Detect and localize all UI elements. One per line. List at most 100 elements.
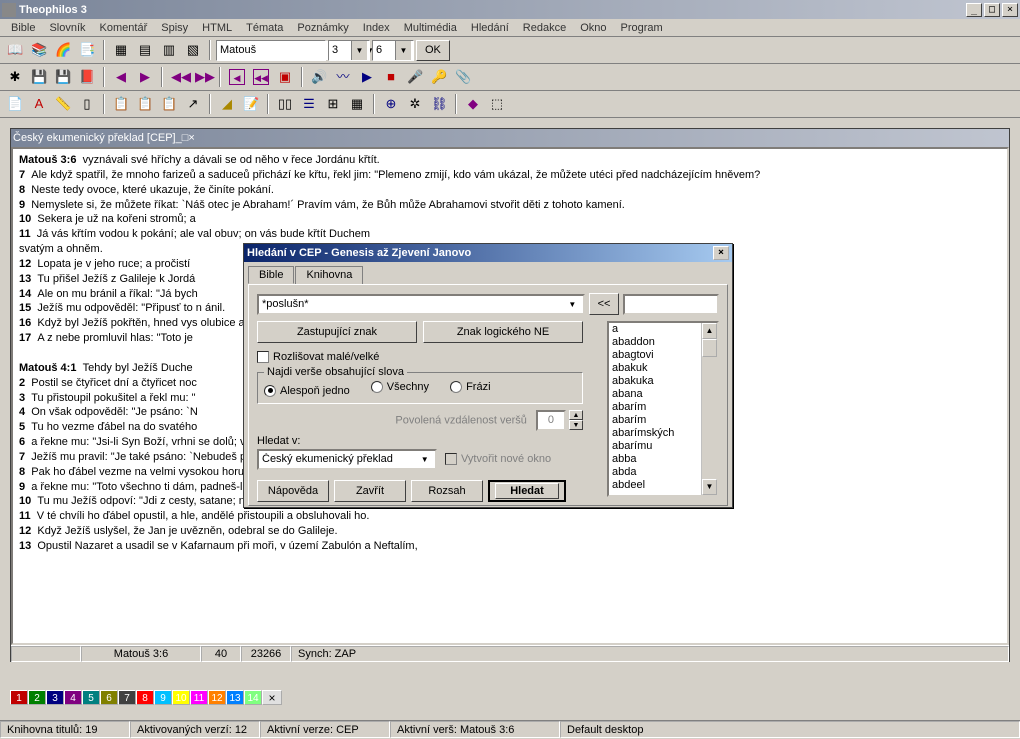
- save-icon[interactable]: 💾: [28, 66, 50, 88]
- menu-hledání[interactable]: Hledání: [464, 21, 516, 35]
- doc-icon[interactable]: 📄: [4, 93, 26, 115]
- menu-redakce[interactable]: Redakce: [516, 21, 573, 35]
- chapter-input[interactable]: [329, 41, 351, 60]
- verse-line[interactable]: 11 V té chvíli ho ďábel opustil, a hle, …: [19, 509, 1001, 524]
- grid2-icon[interactable]: ▤: [134, 39, 156, 61]
- skip-back-icon[interactable]: ◀: [226, 66, 248, 88]
- version-tab-9[interactable]: 9: [154, 690, 172, 705]
- skip-back2-icon[interactable]: ◀◀: [250, 66, 272, 88]
- tab-bible[interactable]: Bible: [248, 266, 294, 284]
- verse-line[interactable]: 11 Já vás křtím vodou k pokání; ale val …: [19, 227, 1001, 242]
- radio-icon[interactable]: [371, 381, 383, 393]
- char-icon[interactable]: A: [28, 93, 50, 115]
- chevron-down-icon[interactable]: ▼: [395, 41, 411, 60]
- book-icon[interactable]: 📖: [4, 39, 26, 61]
- range-button[interactable]: Rozsah: [411, 480, 483, 502]
- grid3-icon[interactable]: ▥: [158, 39, 180, 61]
- menu-okno[interactable]: Okno: [573, 21, 613, 35]
- secondary-input[interactable]: [623, 294, 719, 315]
- close-button[interactable]: Zavřít: [334, 480, 406, 502]
- spinner-up-icon[interactable]: ▲: [569, 410, 583, 420]
- search-query-input[interactable]: [262, 298, 565, 310]
- prev-verse-icon[interactable]: ◀: [110, 66, 132, 88]
- menu-index[interactable]: Index: [356, 21, 397, 35]
- chevron-down-icon[interactable]: ▼: [565, 300, 580, 309]
- saveall-icon[interactable]: 💾: [52, 66, 74, 88]
- new-icon[interactable]: ✱: [4, 66, 26, 88]
- menu-multimédia[interactable]: Multimédia: [397, 21, 464, 35]
- version-tab-14[interactable]: 14: [244, 690, 262, 705]
- menu-spisy[interactable]: Spisy: [154, 21, 195, 35]
- version-tab-2[interactable]: 2: [28, 690, 46, 705]
- play-icon[interactable]: ▶: [356, 66, 378, 88]
- version-tab-10[interactable]: 10: [172, 690, 190, 705]
- link-icon[interactable]: ⛓: [428, 93, 450, 115]
- key-icon[interactable]: 🔑: [428, 66, 450, 88]
- chevron-down-icon[interactable]: ▼: [417, 455, 432, 464]
- menu-komentář[interactable]: Komentář: [93, 21, 155, 35]
- menu-program[interactable]: Program: [614, 21, 670, 35]
- verse-line[interactable]: 8 Neste tedy ovoce, které ukazuje, že či…: [19, 183, 1001, 198]
- scroll-up-icon[interactable]: ▲: [702, 323, 717, 339]
- paste-icon[interactable]: 📋: [134, 93, 156, 115]
- version-tab-12[interactable]: 12: [208, 690, 226, 705]
- version-tab-more[interactable]: ×: [262, 690, 282, 705]
- export-icon[interactable]: ↗: [182, 93, 204, 115]
- ok-button[interactable]: OK: [416, 40, 450, 61]
- scrollbar[interactable]: ▲ ▼: [701, 323, 717, 495]
- version-tab-4[interactable]: 4: [64, 690, 82, 705]
- rows-icon[interactable]: ☰: [298, 93, 320, 115]
- verse-line[interactable]: Matouš 3:6 vyznávali své hříchy a dávali…: [19, 153, 1001, 168]
- verse-combo[interactable]: ▼: [372, 40, 414, 61]
- grid4-icon[interactable]: ▧: [182, 39, 204, 61]
- verse-input[interactable]: [373, 41, 395, 60]
- rewind-icon[interactable]: ◀◀: [168, 66, 190, 88]
- copy2-icon[interactable]: 📋: [110, 93, 132, 115]
- checkbox-icon[interactable]: [257, 351, 269, 363]
- clip-icon[interactable]: 📋: [158, 93, 180, 115]
- maximize-button[interactable]: □: [984, 3, 1000, 17]
- menu-html[interactable]: HTML: [195, 21, 239, 35]
- version-tab-5[interactable]: 5: [82, 690, 100, 705]
- menu-bible[interactable]: Bible: [4, 21, 42, 35]
- verse-line[interactable]: 7 Ale když spatřil, že mnoho farizeů a s…: [19, 168, 1001, 183]
- dialog-close-button[interactable]: ×: [713, 246, 729, 260]
- note-icon[interactable]: 📝: [240, 93, 262, 115]
- not-button[interactable]: Znak logického NE: [423, 321, 583, 343]
- chapter-combo[interactable]: ▼: [328, 40, 370, 61]
- scroll-down-icon[interactable]: ▼: [702, 479, 717, 495]
- chevron-down-icon[interactable]: ▼: [351, 41, 367, 60]
- attach-icon[interactable]: 📎: [452, 66, 474, 88]
- version-tab-1[interactable]: 1: [10, 690, 28, 705]
- rainbow-icon[interactable]: 🌈: [52, 39, 74, 61]
- verse-line[interactable]: 9 Nemyslete si, že můžete říkat: `Náš ot…: [19, 198, 1001, 213]
- book2-icon[interactable]: 📕: [76, 66, 98, 88]
- minimize-button[interactable]: _: [966, 3, 982, 17]
- radio-icon[interactable]: [450, 381, 462, 393]
- page-icon[interactable]: ▯: [76, 93, 98, 115]
- doc-close-button[interactable]: ×: [188, 132, 194, 144]
- verse-line[interactable]: 12 Když Ježíš uslyšel, že Jan je uvězněn…: [19, 524, 1001, 539]
- mic-icon[interactable]: 🎤: [404, 66, 426, 88]
- back-button[interactable]: <<: [589, 293, 619, 315]
- grid1-icon[interactable]: ▦: [110, 39, 132, 61]
- radio-icon[interactable]: [264, 385, 276, 397]
- doc-maximize-button[interactable]: □: [182, 132, 189, 144]
- cols-icon[interactable]: ▯▯: [274, 93, 296, 115]
- copy-icon[interactable]: 📑: [76, 39, 98, 61]
- menu-poznámky[interactable]: Poznámky: [290, 21, 355, 35]
- stop-icon[interactable]: ■: [380, 66, 402, 88]
- menu-slovník[interactable]: Slovník: [42, 21, 92, 35]
- library-icon[interactable]: 📚: [28, 39, 50, 61]
- layout-icon[interactable]: ⊞: [322, 93, 344, 115]
- spinner-down-icon[interactable]: ▼: [569, 420, 583, 430]
- word-listbox[interactable]: aabaddonabagtoviabakukabakukaabanaabarím…: [607, 321, 719, 497]
- forward-icon[interactable]: ▶▶: [192, 66, 214, 88]
- radio-all[interactable]: Všechny: [371, 381, 429, 393]
- sound-icon[interactable]: 🔊: [308, 66, 330, 88]
- version-tab-7[interactable]: 7: [118, 690, 136, 705]
- menu-témata[interactable]: Témata: [239, 21, 290, 35]
- close-button[interactable]: ×: [1002, 3, 1018, 17]
- ruler-icon[interactable]: 📏: [52, 93, 74, 115]
- highlight-icon[interactable]: ◢: [216, 93, 238, 115]
